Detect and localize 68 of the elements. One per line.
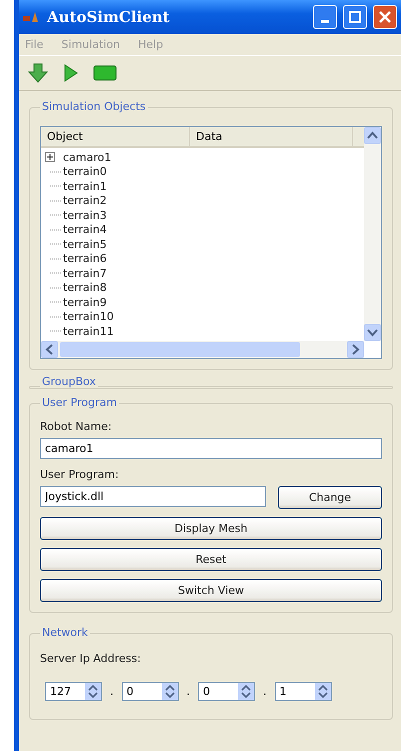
tree-item[interactable]: terrain0 (63, 165, 107, 178)
tree-item[interactable]: terrain1 (63, 180, 107, 193)
spin-arrows-icon[interactable] (85, 682, 101, 700)
scroll-right-button[interactable] (347, 340, 364, 358)
tree-connector-line (50, 330, 62, 332)
tree-item[interactable]: terrain8 (63, 281, 107, 294)
tree-connector-line (50, 186, 62, 187)
group-title: User Program (40, 396, 119, 408)
maximize-icon (349, 11, 361, 23)
field-label: Robot Name: (40, 420, 113, 432)
scroll-up-button[interactable] (364, 127, 381, 144)
ip-spinbox[interactable]: 0 (198, 682, 255, 700)
tree-item[interactable]: terrain3 (63, 208, 107, 222)
field-label: Server Ip Address: (40, 652, 142, 664)
tree-item[interactable]: terrain11 (63, 324, 114, 338)
column-header[interactable]: Object (41, 127, 190, 146)
tree-connector-line (50, 200, 62, 202)
action-button[interactable]: Reset (40, 548, 382, 570)
field-label: User Program: (40, 468, 120, 480)
ip-spinbox[interactable]: 0 (122, 682, 178, 700)
spin-arrows-icon[interactable] (314, 682, 330, 700)
close-icon (379, 11, 391, 23)
scroll-left-button[interactable] (41, 340, 58, 358)
scroll-thumb[interactable] (60, 342, 300, 356)
action-button[interactable]: Display Mesh (40, 516, 382, 540)
ip-spinbox[interactable]: 1 (274, 682, 332, 700)
change-button[interactable]: Change (278, 486, 382, 508)
group-title: Network (40, 626, 90, 638)
ip-spinbox[interactable]: 127 (45, 682, 102, 700)
scroll-down-button[interactable] (364, 324, 381, 340)
tree-item[interactable]: terrain4 (63, 223, 107, 236)
action-button[interactable]: Switch View (40, 578, 382, 602)
minimize-button[interactable] (313, 5, 337, 29)
horizontal-scrollbar[interactable] (41, 340, 364, 358)
download-arrow-icon[interactable] (27, 62, 49, 84)
dot-separator: . (263, 684, 266, 698)
tree-item[interactable]: terrain6 (63, 252, 107, 266)
tree-connector-line (50, 316, 62, 318)
tree-item[interactable]: camaro1 (63, 150, 112, 164)
tree-connector-line (50, 258, 62, 260)
tree-connector-line (50, 229, 62, 230)
minimize-icon (321, 20, 329, 22)
tree-connector-line (50, 244, 62, 245)
tree-item[interactable]: terrain9 (63, 296, 107, 309)
dot-separator: . (110, 684, 114, 698)
tree-item[interactable]: terrain2 (63, 194, 107, 208)
tree-connector-line (50, 272, 62, 274)
tree-item[interactable]: terrain5 (63, 238, 107, 251)
column-header[interactable]: Data (190, 127, 353, 146)
tree-connector-line (50, 302, 62, 303)
close-button[interactable] (373, 5, 397, 29)
tree-item[interactable]: terrain7 (63, 266, 107, 280)
app-icon (23, 11, 41, 23)
tree-item[interactable]: terrain10 (63, 310, 114, 324)
vertical-scrollbar[interactable] (364, 127, 381, 340)
tree-connector-line (50, 287, 62, 288)
tree-connector-line (50, 171, 62, 172)
dot-separator: . (186, 684, 190, 698)
stop-icon[interactable] (93, 65, 117, 81)
group-title: GroupBox (40, 374, 98, 388)
tree-connector-line (50, 214, 62, 216)
robot-name-field[interactable]: camaro1 (40, 438, 382, 458)
spin-arrows-icon[interactable] (162, 682, 178, 700)
maximize-button[interactable] (343, 5, 367, 29)
spin-arrows-icon[interactable] (238, 682, 254, 700)
window-title: AutoSimClient (47, 8, 171, 26)
play-icon[interactable] (63, 63, 79, 83)
group-title: Simulation Objects (40, 100, 148, 113)
